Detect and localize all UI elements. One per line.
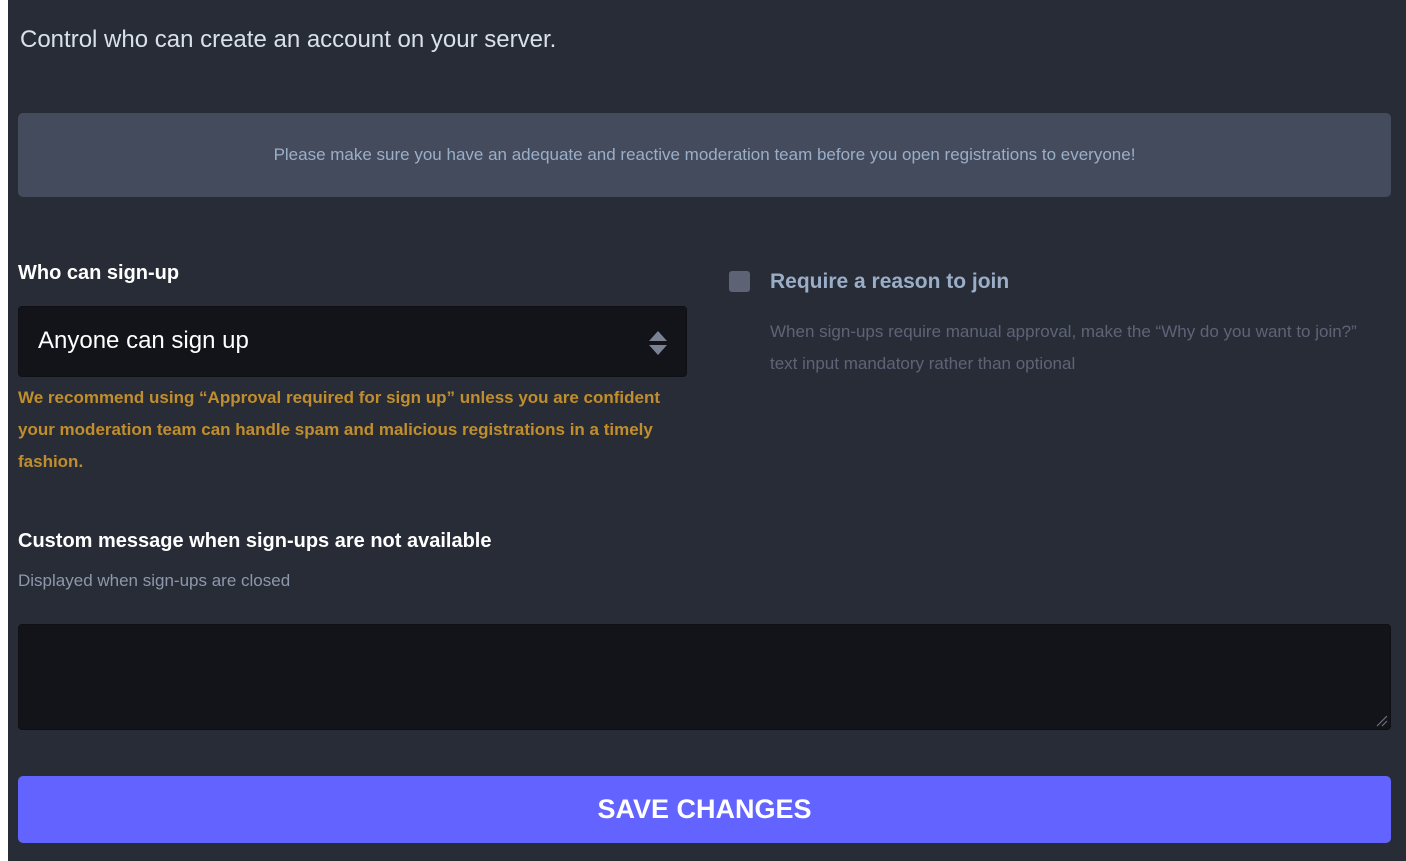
signup-recommendation-warning: We recommend using “Approval required fo…	[18, 388, 661, 471]
signup-mode-selected-value: Anyone can sign up	[38, 327, 249, 354]
signup-mode-select[interactable]: Anyone can sign up	[18, 306, 687, 377]
intro-text: Control who can create an account on you…	[20, 26, 557, 53]
closed-message-label: Custom message when sign-ups are not ava…	[18, 530, 492, 552]
signup-mode-label: Who can sign-up	[18, 262, 180, 284]
registrations-settings-panel: Control who can create an account on you…	[8, 0, 1406, 861]
resize-handle-icon[interactable]	[1374, 713, 1388, 727]
require-reason-hint: When sign-ups require manual approval, m…	[770, 322, 1357, 373]
moderation-warning-text: Please make sure you have an adequate an…	[273, 145, 1136, 164]
require-reason-checkbox[interactable]	[729, 271, 750, 292]
sort-icon	[649, 331, 667, 355]
require-reason-label[interactable]: Require a reason to join	[770, 270, 1009, 294]
save-changes-button[interactable]: SAVE CHANGES	[18, 776, 1391, 843]
closed-message-hint: Displayed when sign-ups are closed	[18, 571, 291, 590]
moderation-warning-box: Please make sure you have an adequate an…	[18, 113, 1391, 197]
closed-message-textarea[interactable]	[18, 624, 1391, 730]
